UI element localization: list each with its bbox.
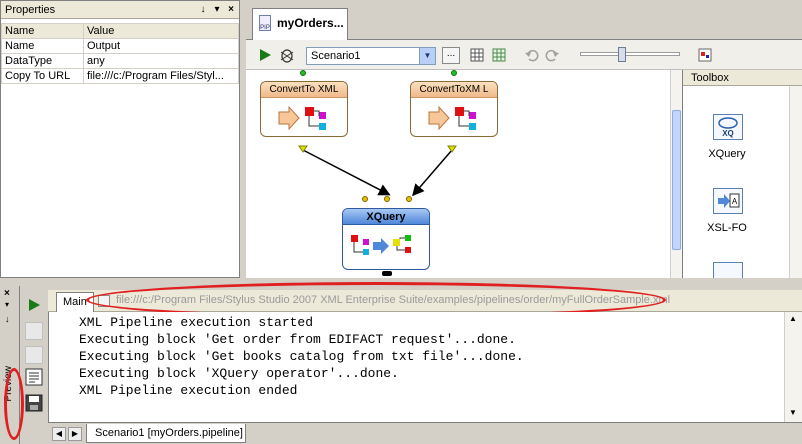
- output-connector[interactable]: [382, 271, 392, 276]
- tool-icon[interactable]: [713, 262, 743, 278]
- log-line: XML Pipeline execution started: [79, 315, 314, 330]
- table-row[interactable]: Name Output: [1, 38, 239, 54]
- log-line: Executing block 'Get order from EDIFACT …: [79, 332, 516, 347]
- tab-scroll-left-button[interactable]: ◀: [52, 427, 66, 441]
- property-value[interactable]: Output: [83, 38, 239, 54]
- copy-icon[interactable]: [25, 346, 43, 364]
- input-port-icon[interactable]: [362, 196, 368, 202]
- browse-scenario-button[interactable]: ...: [442, 47, 460, 64]
- properties-title-bar: Properties ↓ ▾ ×: [1, 1, 239, 19]
- xquery-operator-icon: [351, 235, 411, 255]
- text-view-icon[interactable]: [25, 368, 43, 386]
- input-port-icon[interactable]: [451, 70, 457, 76]
- tab-scroll-right-button[interactable]: ▶: [68, 427, 82, 441]
- scenario-select[interactable]: Scenario1 ▼: [306, 47, 436, 65]
- connection-line[interactable]: [302, 149, 391, 196]
- properties-title: Properties: [5, 4, 56, 16]
- output-scrollbar[interactable]: ▲ ▼: [784, 312, 802, 422]
- column-header-value: Value: [83, 23, 239, 39]
- input-port-icon[interactable]: [406, 196, 412, 202]
- run-preview-icon[interactable]: [27, 298, 41, 312]
- svg-text:A: A: [732, 197, 738, 206]
- tool-label-xquery[interactable]: XQuery: [697, 148, 757, 160]
- block-title: ConvertToXM L: [411, 82, 497, 98]
- tool-label-xsl-fo[interactable]: XSL-FO: [697, 222, 757, 234]
- canvas-scrollbar[interactable]: [670, 70, 682, 278]
- xsl-fo-tool-icon[interactable]: A: [713, 188, 743, 214]
- block-title: XQuery: [343, 209, 429, 225]
- toolbox-panel: Toolbox XQ XQuery A XSL-FO: [682, 70, 802, 278]
- chevron-down-icon[interactable]: ▼: [789, 408, 797, 417]
- save-output-icon[interactable]: [25, 394, 43, 412]
- svg-text:XQ: XQ: [722, 129, 734, 138]
- overview-icon[interactable]: [698, 48, 712, 62]
- grid-icon[interactable]: [470, 48, 484, 62]
- chevron-down-icon[interactable]: ▼: [419, 48, 435, 64]
- zoom-slider[interactable]: [580, 52, 680, 56]
- editor-toolbar: Scenario1 ▼ ...: [246, 40, 802, 70]
- pipeline-canvas[interactable]: ConvertTo XML ConvertToXM L XQuery: [246, 70, 670, 278]
- pipeline-editor: PIP myOrders... Scenario1 ▼ ... ConvertT…: [246, 0, 802, 278]
- chevron-down-icon[interactable]: ▾: [211, 3, 223, 16]
- pin-icon[interactable]: ↓: [197, 3, 209, 16]
- pin-icon[interactable]: ↓: [5, 314, 10, 324]
- block-title: ConvertTo XML: [261, 82, 347, 98]
- property-name: Copy To URL: [1, 68, 84, 84]
- toolbox-title: Toolbox: [691, 72, 729, 84]
- input-port-icon[interactable]: [384, 196, 390, 202]
- chevron-up-icon[interactable]: ▲: [789, 314, 797, 323]
- toolbox-scrollbar[interactable]: [789, 86, 802, 278]
- convert-to-xml-icon: [278, 105, 326, 131]
- debug-icon[interactable]: [278, 46, 296, 64]
- property-name: Name: [1, 38, 84, 54]
- scrollbar-thumb[interactable]: [672, 110, 681, 250]
- convert-to-xml-icon: [428, 105, 476, 131]
- table-row[interactable]: DataType any: [1, 53, 239, 69]
- close-icon[interactable]: ×: [4, 288, 10, 299]
- property-value[interactable]: file:///c:/Program Files/Styl...: [83, 68, 239, 84]
- property-value[interactable]: any: [83, 53, 239, 69]
- convert-to-xml-block-1[interactable]: ConvertTo XML: [260, 81, 348, 137]
- output-log: XML Pipeline execution started Executing …: [79, 314, 524, 399]
- run-icon[interactable]: [258, 48, 272, 62]
- log-line: Executing block 'Get books catalog from …: [79, 349, 524, 364]
- preview-toolbar: [20, 286, 48, 422]
- close-icon[interactable]: ×: [225, 3, 237, 16]
- output-port-icon[interactable]: [447, 145, 457, 153]
- log-line: Executing block 'XQuery operator'...done…: [79, 366, 399, 381]
- stop-icon[interactable]: [25, 322, 43, 340]
- document-tab-bar: PIP myOrders...: [246, 0, 802, 40]
- table-row[interactable]: Copy To URL file:///c:/Program Files/Sty…: [1, 68, 239, 84]
- undo-icon[interactable]: [524, 47, 540, 63]
- properties-panel: Properties ↓ ▾ × Name Value Name Output …: [0, 0, 240, 278]
- chevron-down-icon[interactable]: ▾: [5, 300, 9, 309]
- properties-header-row: Name Value: [1, 23, 239, 39]
- pipeline-file-icon: PIP: [259, 15, 271, 31]
- tab-myorders[interactable]: PIP myOrders...: [252, 8, 348, 40]
- scenario-tab-bar: ◀ ▶ Scenario1 [myOrders.pipeline]: [48, 422, 802, 444]
- preview-output[interactable]: XML Pipeline execution started Executing …: [48, 312, 784, 422]
- log-line: XML Pipeline execution ended: [79, 383, 298, 398]
- tab-label: myOrders...: [277, 16, 344, 30]
- snap-grid-icon[interactable]: [492, 48, 506, 62]
- properties-table: Name Value Name Output DataType any Copy…: [1, 23, 239, 84]
- scenario-value: Scenario1: [311, 50, 361, 62]
- property-name: DataType: [1, 53, 84, 69]
- redo-icon[interactable]: [544, 47, 560, 63]
- tab-scenario1[interactable]: Scenario1 [myOrders.pipeline]: [86, 424, 246, 443]
- toolbox-title-bar: Toolbox: [683, 70, 802, 86]
- convert-to-xml-block-2[interactable]: ConvertToXM L: [410, 81, 498, 137]
- input-port-icon[interactable]: [300, 70, 306, 76]
- xquery-tool-icon[interactable]: XQ: [713, 114, 743, 140]
- connection-line[interactable]: [412, 149, 453, 197]
- zoom-slider-handle[interactable]: [618, 47, 626, 62]
- column-header-name: Name: [1, 23, 84, 39]
- xquery-block[interactable]: XQuery: [342, 208, 430, 270]
- preview-highlight-annotation: [4, 368, 24, 440]
